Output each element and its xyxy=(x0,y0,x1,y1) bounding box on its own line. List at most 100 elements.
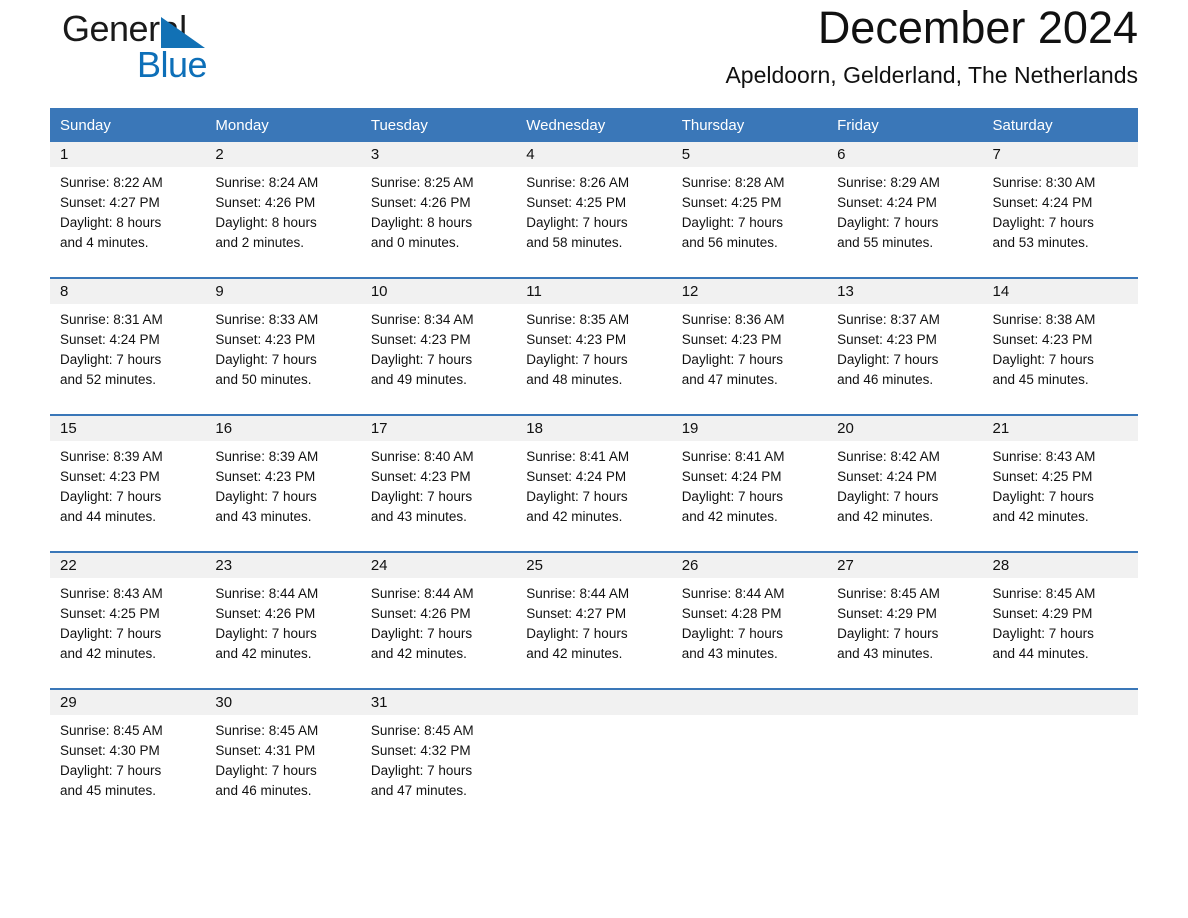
weekday-header-thursday: Thursday xyxy=(671,108,828,142)
day-cell[interactable]: 11 Sunrise: 8:35 AM Sunset: 4:23 PM Dayl… xyxy=(516,279,672,414)
sunrise-text: Sunrise: 8:43 AM xyxy=(992,449,1096,464)
calendar-header-row: Sunday Monday Tuesday Wednesday Thursday… xyxy=(50,108,1138,142)
daylight-text-line1: Daylight: 8 hours xyxy=(215,215,317,230)
day-details: Sunrise: 8:38 AM Sunset: 4:23 PM Dayligh… xyxy=(983,304,1138,390)
day-number: 20 xyxy=(827,416,983,441)
daylight-text-line2: and 42 minutes. xyxy=(992,509,1089,524)
day-cell[interactable]: 24 Sunrise: 8:44 AM Sunset: 4:26 PM Dayl… xyxy=(360,553,517,688)
day-cell[interactable]: 15 Sunrise: 8:39 AM Sunset: 4:23 PM Dayl… xyxy=(50,416,206,551)
daylight-text-line1: Daylight: 7 hours xyxy=(837,215,939,230)
day-number: 17 xyxy=(360,416,517,441)
day-number: 28 xyxy=(982,553,1138,578)
day-number: 15 xyxy=(50,416,206,441)
sunrise-text: Sunrise: 8:44 AM xyxy=(681,586,785,601)
day-number: 19 xyxy=(671,416,828,441)
daylight-text-line2: and 44 minutes. xyxy=(992,646,1089,661)
sunrise-text: Sunrise: 8:24 AM xyxy=(215,175,319,190)
sunset-text: Sunset: 4:32 PM xyxy=(370,743,471,758)
day-cell[interactable]: 6 Sunrise: 8:29 AM Sunset: 4:24 PM Dayli… xyxy=(827,142,983,277)
day-cell[interactable]: 4 Sunrise: 8:26 AM Sunset: 4:25 PM Dayli… xyxy=(516,142,672,277)
day-cell[interactable]: 1 Sunrise: 8:22 AM Sunset: 4:27 PM Dayli… xyxy=(50,142,206,277)
day-cell[interactable]: 17 Sunrise: 8:40 AM Sunset: 4:23 PM Dayl… xyxy=(360,416,517,551)
empty-day-bar xyxy=(982,690,1138,715)
sunrise-text: Sunrise: 8:29 AM xyxy=(837,175,940,190)
daylight-text-line2: and 47 minutes. xyxy=(681,372,778,387)
day-cell[interactable]: 27 Sunrise: 8:45 AM Sunset: 4:29 PM Dayl… xyxy=(827,553,983,688)
day-details: Sunrise: 8:26 AM Sunset: 4:25 PM Dayligh… xyxy=(516,167,671,253)
sunrise-text: Sunrise: 8:35 AM xyxy=(526,312,630,327)
sunset-text: Sunset: 4:26 PM xyxy=(370,195,471,210)
day-cell[interactable]: 25 Sunrise: 8:44 AM Sunset: 4:27 PM Dayl… xyxy=(516,553,672,688)
daylight-text-line2: and 55 minutes. xyxy=(837,235,934,250)
daylight-text-line2: and 46 minutes. xyxy=(837,372,934,387)
calendar-week-row: 29 Sunrise: 8:45 AM Sunset: 4:30 PM Dayl… xyxy=(50,690,1138,825)
day-details: Sunrise: 8:41 AM Sunset: 4:24 PM Dayligh… xyxy=(672,441,827,527)
day-cell[interactable]: 8 Sunrise: 8:31 AM Sunset: 4:24 PM Dayli… xyxy=(50,279,206,414)
sunset-text: Sunset: 4:25 PM xyxy=(992,469,1093,484)
sunrise-text: Sunrise: 8:44 AM xyxy=(215,586,319,601)
daylight-text-line2: and 42 minutes. xyxy=(837,509,934,524)
sunset-text: Sunset: 4:25 PM xyxy=(681,195,782,210)
day-number: 11 xyxy=(516,279,672,304)
day-cell[interactable]: 14 Sunrise: 8:38 AM Sunset: 4:23 PM Dayl… xyxy=(982,279,1138,414)
day-details: Sunrise: 8:45 AM Sunset: 4:30 PM Dayligh… xyxy=(50,715,205,801)
day-cell[interactable]: 12 Sunrise: 8:36 AM Sunset: 4:23 PM Dayl… xyxy=(671,279,828,414)
sun-times-calendar: Sunday Monday Tuesday Wednesday Thursday… xyxy=(50,108,1138,825)
daylight-text-line1: Daylight: 7 hours xyxy=(992,215,1094,230)
day-cell[interactable]: 22 Sunrise: 8:43 AM Sunset: 4:25 PM Dayl… xyxy=(50,553,206,688)
day-cell[interactable]: 19 Sunrise: 8:41 AM Sunset: 4:24 PM Dayl… xyxy=(671,416,828,551)
day-cell[interactable]: 26 Sunrise: 8:44 AM Sunset: 4:28 PM Dayl… xyxy=(671,553,828,688)
day-cell[interactable]: 23 Sunrise: 8:44 AM Sunset: 4:26 PM Dayl… xyxy=(205,553,361,688)
sunrise-text: Sunrise: 8:26 AM xyxy=(526,175,630,190)
sunset-text: Sunset: 4:23 PM xyxy=(215,469,316,484)
sunrise-text: Sunrise: 8:36 AM xyxy=(681,312,785,327)
sunrise-text: Sunrise: 8:41 AM xyxy=(526,449,630,464)
sunset-text: Sunset: 4:29 PM xyxy=(992,606,1093,621)
daylight-text-line1: Daylight: 7 hours xyxy=(681,215,783,230)
day-details: Sunrise: 8:44 AM Sunset: 4:26 PM Dayligh… xyxy=(205,578,360,664)
sunset-text: Sunset: 4:31 PM xyxy=(215,743,316,758)
sunrise-text: Sunrise: 8:33 AM xyxy=(215,312,319,327)
daylight-text-line1: Daylight: 7 hours xyxy=(60,763,162,778)
sunset-text: Sunset: 4:24 PM xyxy=(992,195,1093,210)
day-cell[interactable]: 18 Sunrise: 8:41 AM Sunset: 4:24 PM Dayl… xyxy=(516,416,672,551)
day-details: Sunrise: 8:45 AM Sunset: 4:29 PM Dayligh… xyxy=(827,578,982,664)
weekday-header-wednesday: Wednesday xyxy=(516,108,672,142)
day-number: 24 xyxy=(360,553,517,578)
day-cell[interactable]: 20 Sunrise: 8:42 AM Sunset: 4:24 PM Dayl… xyxy=(827,416,983,551)
day-cell[interactable]: 31 Sunrise: 8:45 AM Sunset: 4:32 PM Dayl… xyxy=(360,690,517,825)
day-details: Sunrise: 8:45 AM Sunset: 4:31 PM Dayligh… xyxy=(205,715,360,801)
day-cell[interactable]: 9 Sunrise: 8:33 AM Sunset: 4:23 PM Dayli… xyxy=(205,279,361,414)
daylight-text-line1: Daylight: 7 hours xyxy=(215,489,317,504)
daylight-text-line2: and 46 minutes. xyxy=(215,783,312,798)
day-number: 8 xyxy=(50,279,206,304)
daylight-text-line1: Daylight: 7 hours xyxy=(215,763,317,778)
day-cell[interactable]: 3 Sunrise: 8:25 AM Sunset: 4:26 PM Dayli… xyxy=(360,142,517,277)
daylight-text-line1: Daylight: 8 hours xyxy=(60,215,162,230)
daylight-text-line1: Daylight: 7 hours xyxy=(370,626,473,641)
day-cell[interactable]: 13 Sunrise: 8:37 AM Sunset: 4:23 PM Dayl… xyxy=(827,279,983,414)
day-number: 1 xyxy=(50,142,206,167)
day-details: Sunrise: 8:44 AM Sunset: 4:28 PM Dayligh… xyxy=(672,578,827,664)
day-cell[interactable]: 30 Sunrise: 8:45 AM Sunset: 4:31 PM Dayl… xyxy=(205,690,361,825)
calendar-week-row: 15 Sunrise: 8:39 AM Sunset: 4:23 PM Dayl… xyxy=(50,416,1138,551)
day-cell[interactable]: 16 Sunrise: 8:39 AM Sunset: 4:23 PM Dayl… xyxy=(205,416,361,551)
sunrise-text: Sunrise: 8:39 AM xyxy=(60,449,163,464)
daylight-text-line1: Daylight: 7 hours xyxy=(526,626,628,641)
day-cell[interactable]: 5 Sunrise: 8:28 AM Sunset: 4:25 PM Dayli… xyxy=(671,142,828,277)
day-number: 30 xyxy=(205,690,361,715)
sunrise-text: Sunrise: 8:41 AM xyxy=(681,449,785,464)
general-blue-logo: General Blue xyxy=(62,8,262,86)
day-number: 29 xyxy=(50,690,206,715)
day-cell[interactable]: 21 Sunrise: 8:43 AM Sunset: 4:25 PM Dayl… xyxy=(982,416,1138,551)
day-cell[interactable]: 2 Sunrise: 8:24 AM Sunset: 4:26 PM Dayli… xyxy=(205,142,361,277)
day-cell[interactable]: 7 Sunrise: 8:30 AM Sunset: 4:24 PM Dayli… xyxy=(982,142,1138,277)
day-cell[interactable]: 29 Sunrise: 8:45 AM Sunset: 4:30 PM Dayl… xyxy=(50,690,206,825)
title-block: December 2024 Apeldoorn, Gelderland, The… xyxy=(725,0,1138,90)
location-subtitle: Apeldoorn, Gelderland, The Netherlands xyxy=(725,62,1138,88)
logo-text-blue: Blue xyxy=(137,44,208,85)
sunrise-text: Sunrise: 8:38 AM xyxy=(992,312,1096,327)
day-cell-empty xyxy=(671,690,828,825)
day-cell[interactable]: 10 Sunrise: 8:34 AM Sunset: 4:23 PM Dayl… xyxy=(360,279,517,414)
day-cell[interactable]: 28 Sunrise: 8:45 AM Sunset: 4:29 PM Dayl… xyxy=(982,553,1138,688)
